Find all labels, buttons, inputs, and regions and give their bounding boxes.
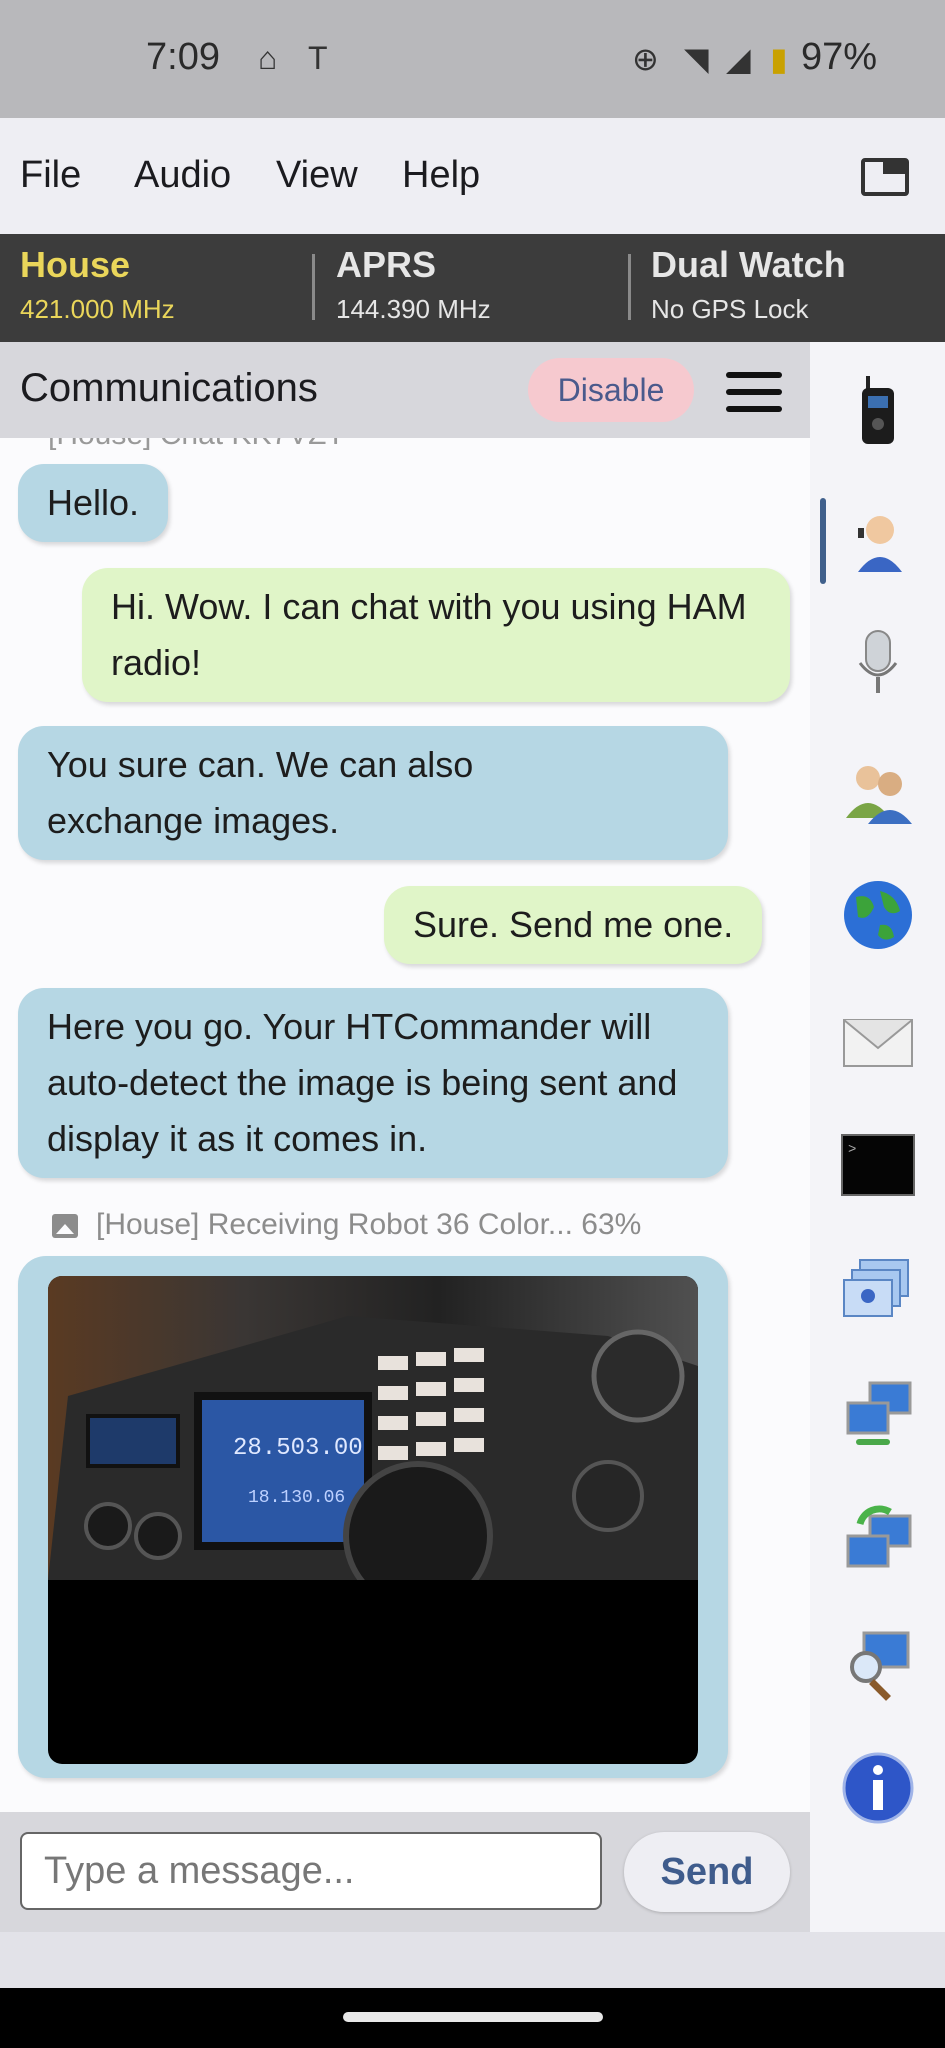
- radio-photo-partial: 28.503.00 18.130.06: [48, 1276, 698, 1611]
- antenna-icon: T: [308, 40, 328, 76]
- message-input[interactable]: [20, 1832, 602, 1910]
- received-image[interactable]: 28.503.00 18.130.06: [48, 1276, 698, 1764]
- display-readout-1: 28.503.00: [233, 1435, 363, 1462]
- info-icon[interactable]: [840, 1750, 916, 1826]
- channel-name: APRS: [336, 244, 437, 285]
- channel-name: House: [20, 244, 131, 285]
- channel-aprs[interactable]: APRS 144.390 MHz: [336, 244, 491, 325]
- divider: [628, 254, 631, 320]
- hamburger-menu-icon[interactable]: [726, 372, 782, 412]
- channel-frequency: 421.000 MHz: [20, 294, 175, 324]
- picture-in-picture-icon[interactable]: [861, 158, 909, 196]
- menu-help[interactable]: Help: [402, 154, 480, 197]
- windows-icon[interactable]: [840, 1252, 916, 1328]
- microphone-icon[interactable]: [840, 627, 916, 703]
- message-input-area: Send: [0, 1812, 810, 1932]
- clock: 7:09: [146, 36, 220, 78]
- signal-icon: ◢: [726, 41, 751, 77]
- radio-icon[interactable]: [840, 372, 916, 448]
- display-readout-2: 18.130.06: [248, 1488, 345, 1508]
- disable-button[interactable]: Disable: [528, 358, 694, 422]
- contacts-icon[interactable]: [840, 752, 916, 828]
- chat-header-label: [House] Chat KK7VZT: [48, 438, 345, 452]
- channel-frequency: 144.390 MHz: [336, 294, 491, 324]
- data-saver-icon: ⊕: [632, 41, 659, 77]
- divider: [312, 254, 315, 320]
- image-message[interactable]: 28.503.00 18.130.06: [18, 1256, 728, 1778]
- terminal-icon[interactable]: >: [840, 1127, 916, 1203]
- image-icon: [52, 1214, 78, 1238]
- status-bar: 7:09 ⌂ T ⊕ ◥ ◢ ▮ 97%: [0, 0, 945, 118]
- message-received: You sure can. We can also exchange image…: [18, 726, 728, 860]
- battery-level: 97%: [800, 36, 877, 78]
- sidebar-active-indicator: [820, 498, 826, 584]
- notification-icon: ⌂: [258, 40, 278, 76]
- image-receive-status: [House] Receiving Robot 36 Color... 63%: [96, 1208, 642, 1241]
- menu-file[interactable]: File: [20, 154, 81, 197]
- message-sent: Hi. Wow. I can chat with you using HAM r…: [82, 568, 790, 702]
- dual-watch[interactable]: Dual Watch No GPS Lock: [651, 244, 846, 325]
- page-title: Communications: [20, 366, 318, 410]
- menu-audio[interactable]: Audio: [134, 154, 231, 197]
- home-gesture-handle[interactable]: [343, 2012, 603, 2022]
- menu-bar: File Audio View Help: [0, 118, 945, 234]
- send-button[interactable]: Send: [624, 1832, 790, 1912]
- sidebar: >: [810, 342, 945, 1932]
- search-icon[interactable]: [840, 1627, 916, 1703]
- globe-icon[interactable]: [840, 877, 916, 953]
- system-navigation-bar: [0, 1988, 945, 2048]
- dual-watch-label: Dual Watch: [651, 244, 846, 285]
- network-icon[interactable]: [840, 1377, 916, 1453]
- sync-icon[interactable]: [840, 1502, 916, 1578]
- wifi-icon: ◥: [684, 41, 709, 77]
- mail-icon[interactable]: [840, 1002, 916, 1078]
- panel-header: Communications Disable: [0, 342, 810, 438]
- menu-view[interactable]: View: [276, 154, 358, 197]
- channel-house[interactable]: House 421.000 MHz: [20, 244, 175, 325]
- message-sent: Sure. Send me one.: [384, 886, 763, 964]
- gps-status: No GPS Lock: [651, 294, 809, 324]
- message-received: Here you go. Your HTCommander will auto-…: [18, 988, 728, 1178]
- radio-status-bar: House 421.000 MHz APRS 144.390 MHz Dual …: [0, 234, 945, 342]
- bottom-strip: [0, 1932, 945, 1988]
- chat-user-icon[interactable]: [840, 502, 916, 578]
- svg-text:>: >: [848, 1142, 856, 1158]
- message-received: Hello.: [18, 464, 169, 542]
- battery-icon: ▮: [770, 41, 788, 77]
- radio-photo-svg: 28.503.00 18.130.06: [48, 1316, 698, 1611]
- chat-area[interactable]: [House] Chat KK7VZT Hello. Hi. Wow. I ca…: [0, 438, 810, 1812]
